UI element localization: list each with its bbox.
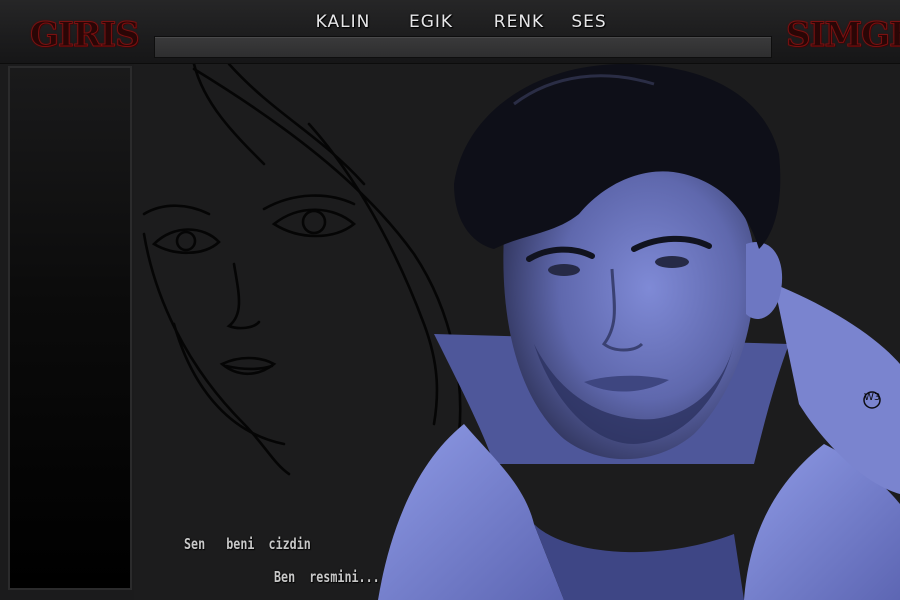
color-button[interactable]: RENK [474, 10, 564, 34]
bold-button[interactable]: KALIN [298, 10, 388, 34]
lyrics-line-2: Ben resmini... [274, 568, 380, 586]
background-artwork: W3 [134, 64, 900, 600]
artwork-illustration [134, 64, 900, 600]
chat-page: GIRIS KALIN EGIK RENK SES SIMGE [0, 0, 900, 600]
user-list-scroll-area[interactable] [10, 68, 130, 588]
format-menu: KALIN EGIK RENK SES [298, 10, 614, 34]
lyrics-line-1: Sen beni cizdin [184, 535, 311, 553]
emoticon-button[interactable]: SIMGE [786, 14, 900, 56]
user-list-panel[interactable] [8, 66, 132, 590]
sound-button[interactable]: SES [564, 10, 614, 34]
message-input[interactable] [154, 36, 772, 58]
top-toolbar: GIRIS KALIN EGIK RENK SES SIMGE [0, 0, 900, 64]
italic-button[interactable]: EGIK [388, 10, 474, 34]
artist-signature: W3 [864, 392, 881, 403]
login-button[interactable]: GIRIS [30, 14, 141, 56]
